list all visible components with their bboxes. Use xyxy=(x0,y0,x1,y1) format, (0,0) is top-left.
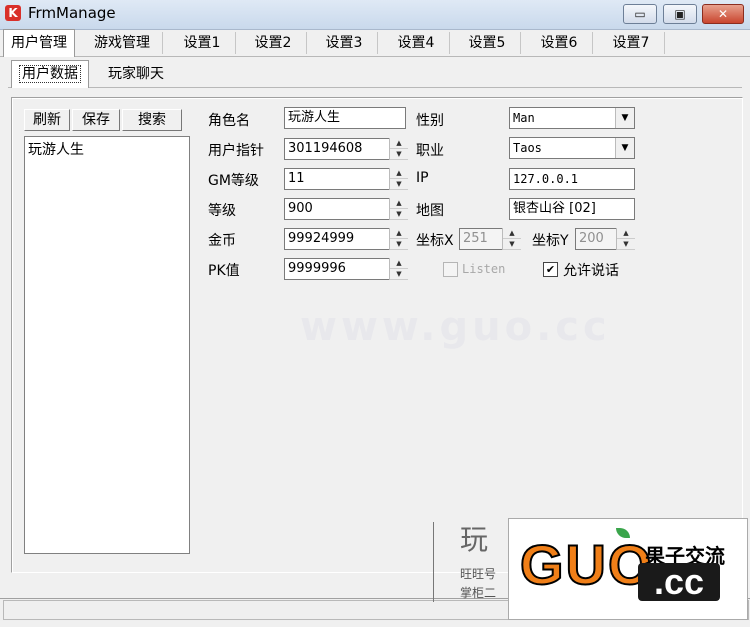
search-button[interactable]: 搜索 xyxy=(122,109,182,131)
job-value: Taos xyxy=(513,141,542,155)
refresh-button[interactable]: 刷新 xyxy=(24,109,70,131)
user-pointer-value: 301194608 xyxy=(288,141,363,156)
job-label: 职业 xyxy=(416,143,444,159)
user-list[interactable]: 玩游人生 xyxy=(24,136,190,554)
gm-level-label: GM等级 xyxy=(208,173,259,189)
up-arrow-icon[interactable]: ▲ xyxy=(390,228,408,239)
gold-value: 99924999 xyxy=(288,231,355,246)
up-arrow-icon[interactable]: ▲ xyxy=(390,258,408,269)
listen-label: Listen xyxy=(462,262,506,276)
down-arrow-icon[interactable]: ▼ xyxy=(617,239,635,250)
down-arrow-icon[interactable]: ▼ xyxy=(390,149,408,160)
level-stepper[interactable]: ▲ ▼ xyxy=(389,198,408,220)
main-tabs: 用户管理 游戏管理 设置1 设置2 设置3 设置4 设置5 设置6 设置7 xyxy=(0,29,750,57)
map-label: 地图 xyxy=(416,203,444,219)
tab-player-chat[interactable]: 玩家聊天 xyxy=(96,63,176,85)
coord-y-label: 坐标Y xyxy=(532,233,569,249)
chevron-down-icon[interactable]: ▼ xyxy=(615,108,634,128)
up-arrow-icon[interactable]: ▲ xyxy=(390,138,408,149)
gold-stepper[interactable]: ▲ ▼ xyxy=(389,228,408,250)
down-arrow-icon[interactable]: ▼ xyxy=(390,179,408,190)
up-arrow-icon[interactable]: ▲ xyxy=(390,168,408,179)
minimize-button[interactable]: ▭ xyxy=(623,4,657,24)
gold-label: 金币 xyxy=(208,233,236,249)
map-field[interactable]: 银杏山谷 [02] xyxy=(509,198,635,220)
pk-stepper[interactable]: ▲ ▼ xyxy=(389,258,408,280)
tab-settings-6[interactable]: 设置6 xyxy=(526,32,593,54)
role-name-field[interactable]: 玩游人生 xyxy=(284,107,406,129)
save-button[interactable]: 保存 xyxy=(72,109,120,131)
tab-user-manage[interactable]: 用户管理 xyxy=(3,29,75,57)
ip-label: IP xyxy=(416,170,429,186)
coord-x-label: 坐标X xyxy=(416,233,454,249)
role-name-label: 角色名 xyxy=(208,113,250,129)
coord-x-stepper[interactable]: ▲ ▼ xyxy=(502,228,521,250)
gender-value: Man xyxy=(513,111,535,125)
gender-label: 性别 xyxy=(416,113,444,129)
tab-user-data-label: 用户数据 xyxy=(19,65,81,83)
down-arrow-icon[interactable]: ▼ xyxy=(503,239,521,250)
up-arrow-icon[interactable]: ▲ xyxy=(617,228,635,239)
coord-x-value: 251 xyxy=(463,231,488,246)
app-icon: K xyxy=(5,5,21,21)
down-arrow-icon[interactable]: ▼ xyxy=(390,269,408,280)
overlay-line-1: 旺旺号 xyxy=(460,567,497,581)
tab-game-manage[interactable]: 游戏管理 xyxy=(82,32,163,54)
down-arrow-icon[interactable]: ▼ xyxy=(390,209,408,220)
sub-tabs: 用户数据 玩家聊天 xyxy=(8,60,742,88)
tab-user-data[interactable]: 用户数据 xyxy=(11,60,89,88)
user-pointer-label: 用户指针 xyxy=(208,143,264,159)
coord-y-stepper[interactable]: ▲ ▼ xyxy=(616,228,635,250)
maximize-button[interactable]: ▣ xyxy=(663,4,697,24)
level-label: 等级 xyxy=(208,203,236,219)
pk-label: PK值 xyxy=(208,263,240,279)
logo-guo: GUO xyxy=(519,533,654,596)
watermark: www.guo.cc xyxy=(300,304,611,350)
coord-y-value: 200 xyxy=(579,231,604,246)
up-arrow-icon[interactable]: ▲ xyxy=(503,228,521,239)
tab-settings-3[interactable]: 设置3 xyxy=(311,32,378,54)
tab-settings-5[interactable]: 设置5 xyxy=(454,32,521,54)
down-arrow-icon[interactable]: ▼ xyxy=(390,239,408,250)
up-arrow-icon[interactable]: ▲ xyxy=(390,198,408,209)
logo-cc: .cc xyxy=(638,563,720,601)
chevron-down-icon[interactable]: ▼ xyxy=(615,138,634,158)
gm-level-stepper[interactable]: ▲ ▼ xyxy=(389,168,408,190)
level-value: 900 xyxy=(288,201,313,216)
user-pointer-stepper[interactable]: ▲ ▼ xyxy=(389,138,408,160)
ip-field[interactable]: 127.0.0.1 xyxy=(509,168,635,190)
listen-checkbox[interactable] xyxy=(443,262,458,277)
allow-talk-checkbox[interactable]: ✔ xyxy=(543,262,558,277)
tab-settings-1[interactable]: 设置1 xyxy=(169,32,236,54)
tab-settings-4[interactable]: 设置4 xyxy=(383,32,450,54)
overlay-title: 玩 xyxy=(460,523,489,556)
pk-value: 9999996 xyxy=(288,261,346,276)
list-item[interactable]: 玩游人生 xyxy=(25,137,189,161)
close-button[interactable]: ✕ xyxy=(702,4,744,24)
allow-talk-label: 允许说话 xyxy=(563,263,619,279)
overlay-line-2: 掌柜二 xyxy=(460,586,497,600)
tab-settings-7[interactable]: 设置7 xyxy=(598,32,665,54)
window-title: FrmManage xyxy=(28,4,116,22)
gm-level-value: 11 xyxy=(288,171,305,186)
tab-settings-2[interactable]: 设置2 xyxy=(240,32,307,54)
